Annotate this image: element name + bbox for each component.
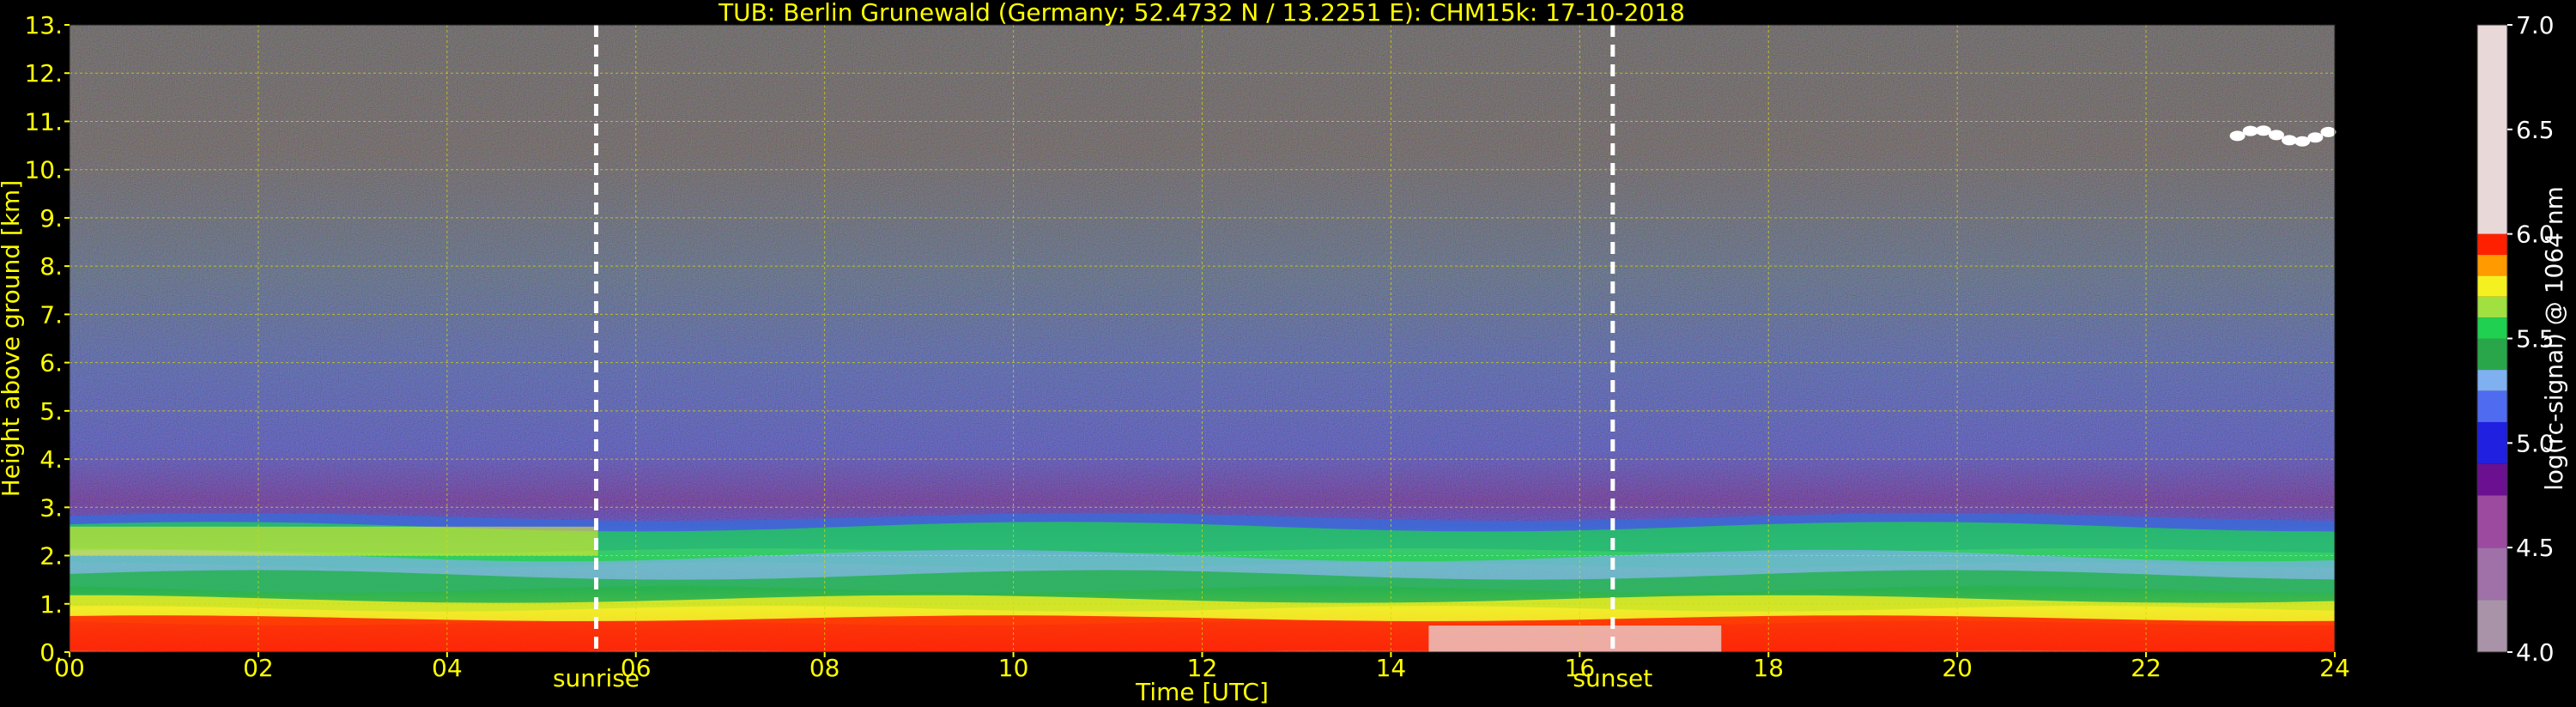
y-tick-label: 9.: [39, 204, 63, 233]
colorbar-segment: [2477, 370, 2507, 391]
colorbar-segment: [2477, 600, 2507, 652]
y-tick-label: 3.: [39, 493, 63, 522]
colorbar-segment: [2477, 390, 2507, 422]
x-tick-label: 02: [243, 654, 274, 682]
colorbar-tick-label: 7.0: [2516, 11, 2555, 39]
y-tick-label: 13.: [24, 11, 63, 39]
colorbar-segment: [2477, 233, 2507, 256]
colorbar-segment: [2477, 338, 2507, 371]
y-tick-label: 11.: [24, 107, 63, 136]
colorbar-tick-label: 6.5: [2516, 116, 2555, 144]
y-tick-label: 7.: [39, 300, 63, 329]
lidar-chart: sunrise sunset0.1.2.3.4.5.6.7.8.9.10.11.1…: [0, 0, 2568, 706]
colorbar-tick-label: 4.5: [2516, 534, 2555, 562]
residual-layer-yellow: [70, 526, 598, 556]
surface-saturation: [1428, 625, 1722, 652]
x-tick-label: 06: [621, 654, 652, 682]
cloud-blob: [2320, 126, 2337, 137]
x-tick-label: 22: [2131, 654, 2161, 682]
y-tick-label: 12.: [24, 59, 63, 88]
cloud-blob: [2268, 130, 2284, 141]
x-tick-label: 20: [1942, 654, 1973, 682]
y-tick-label: 6.: [39, 349, 63, 378]
y-tick-label: 1.: [39, 590, 63, 619]
cloud-blob: [2307, 132, 2324, 143]
x-tick-label: 18: [1753, 654, 1784, 682]
x-tick-label: 04: [432, 654, 463, 682]
y-axis-label: Height above ground [km]: [0, 180, 25, 498]
x-tick-label: 14: [1376, 654, 1407, 682]
y-tick-label: 10.: [24, 156, 63, 184]
x-tick-label: 00: [54, 654, 85, 682]
colorbar-segment: [2477, 495, 2507, 548]
colorbar-segment: [2477, 296, 2507, 318]
y-tick-label: 5.: [39, 397, 63, 426]
colorbar-tick-label: 4.0: [2516, 638, 2555, 667]
x-tick-label: 10: [998, 654, 1029, 682]
y-tick-label: 4.: [39, 445, 63, 474]
colorbar-segment: [2477, 463, 2507, 496]
colorbar-segment: [2477, 547, 2507, 601]
cloud-blob: [2282, 135, 2298, 146]
colorbar-segment: [2477, 255, 2507, 276]
colorbar-segment: [2477, 25, 2507, 234]
colorbar-segment: [2477, 317, 2507, 339]
x-tick-label: 16: [1565, 654, 1596, 682]
x-axis-label: Time [UTC]: [1135, 678, 1269, 706]
cloud-blob: [2229, 130, 2246, 142]
x-tick-label: 24: [2319, 654, 2350, 682]
y-tick-label: 2.: [39, 542, 63, 571]
colorbar-segment: [2477, 275, 2507, 297]
y-tick-label: 8.: [39, 252, 63, 281]
chart-root: sunrise sunset 0. 1. 2. 3. 4. 5. 6. 7. 8. 9. 10. 11. 1…: [0, 0, 2576, 707]
colorbar-segment: [2477, 421, 2507, 464]
x-tick-label: 08: [809, 654, 840, 682]
chart-title: TUB: Berlin Grunewald (Germany; 52.4732 …: [718, 0, 1685, 27]
colorbar-label: log(rc-signal) @ 1064 nm: [2540, 186, 2568, 491]
